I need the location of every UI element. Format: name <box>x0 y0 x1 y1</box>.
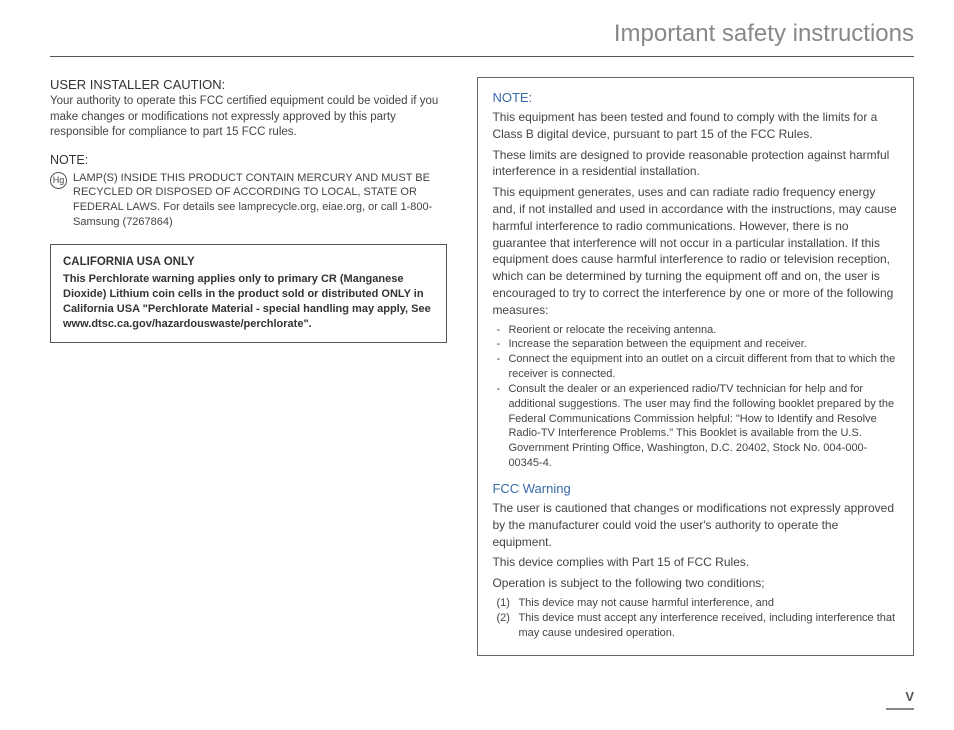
page-title: Important safety instructions <box>50 20 914 57</box>
condition-item: (2)This device must accept any interfere… <box>496 611 899 641</box>
bullet-dash: - <box>496 323 504 338</box>
condition-number: (1) <box>496 596 514 611</box>
california-warning-box: CALIFORNIA USA ONLY This Perchlorate war… <box>50 244 447 343</box>
document-page: Important safety instructions USER INSTA… <box>0 0 954 730</box>
bullet-dash: - <box>496 337 504 352</box>
list-item-text: Consult the dealer or an experienced rad… <box>508 382 899 471</box>
left-note-label: NOTE: <box>50 153 447 167</box>
right-column: NOTE: This equipment has been tested and… <box>477 77 914 656</box>
list-item-text: Connect the equipment into an outlet on … <box>508 352 899 382</box>
fcc-warning-p2: This device complies with Part 15 of FCC… <box>492 554 899 571</box>
condition-number: (2) <box>496 611 514 641</box>
fcc-note-p3: This equipment generates, uses and can r… <box>492 184 899 318</box>
content-columns: USER INSTALLER CAUTION: Your authority t… <box>50 77 914 656</box>
list-item: -Increase the separation between the equ… <box>496 337 899 352</box>
mercury-notice: Hg LAMP(S) INSIDE THIS PRODUCT CONTAIN M… <box>50 171 447 230</box>
mercury-icon: Hg <box>50 172 67 189</box>
california-warning-body: This Perchlorate warning applies only to… <box>63 272 434 331</box>
page-number-text: V <box>905 689 914 704</box>
condition-text: This device must accept any interference… <box>518 611 899 641</box>
installer-caution-heading: USER INSTALLER CAUTION: <box>50 77 447 92</box>
fcc-note-p2: These limits are designed to provide rea… <box>492 147 899 181</box>
page-number: V <box>886 689 914 711</box>
fcc-note-p1: This equipment has been tested and found… <box>492 109 899 143</box>
installer-caution-body: Your authority to operate this FCC certi… <box>50 94 447 141</box>
left-column: USER INSTALLER CAUTION: Your authority t… <box>50 77 447 656</box>
list-item: -Reorient or relocate the receiving ante… <box>496 323 899 338</box>
fcc-warning-heading: FCC Warning <box>492 481 899 496</box>
fcc-conditions-list: (1) This device may not cause harmful int… <box>492 596 899 641</box>
bullet-dash: - <box>496 352 504 382</box>
california-warning-title: CALIFORNIA USA ONLY <box>63 255 434 271</box>
fcc-warning-p1: The user is cautioned that changes or mo… <box>492 500 899 550</box>
condition-text: This device may not cause harmful interf… <box>518 596 774 611</box>
list-item: -Consult the dealer or an experienced ra… <box>496 382 899 471</box>
mercury-notice-text: LAMP(S) INSIDE THIS PRODUCT CONTAIN MERC… <box>73 171 447 230</box>
condition-item: (1) This device may not cause harmful int… <box>496 596 899 611</box>
bullet-dash: - <box>496 382 504 471</box>
fcc-warning-p3: Operation is subject to the following tw… <box>492 575 899 592</box>
list-item-text: Increase the separation between the equi… <box>508 337 806 352</box>
list-item-text: Reorient or relocate the receiving anten… <box>508 323 716 338</box>
list-item: -Connect the equipment into an outlet on… <box>496 352 899 382</box>
fcc-notice-box: NOTE: This equipment has been tested and… <box>477 77 914 656</box>
page-number-bar <box>886 708 914 711</box>
right-note-label: NOTE: <box>492 90 899 105</box>
interference-measures-list: -Reorient or relocate the receiving ante… <box>492 323 899 471</box>
